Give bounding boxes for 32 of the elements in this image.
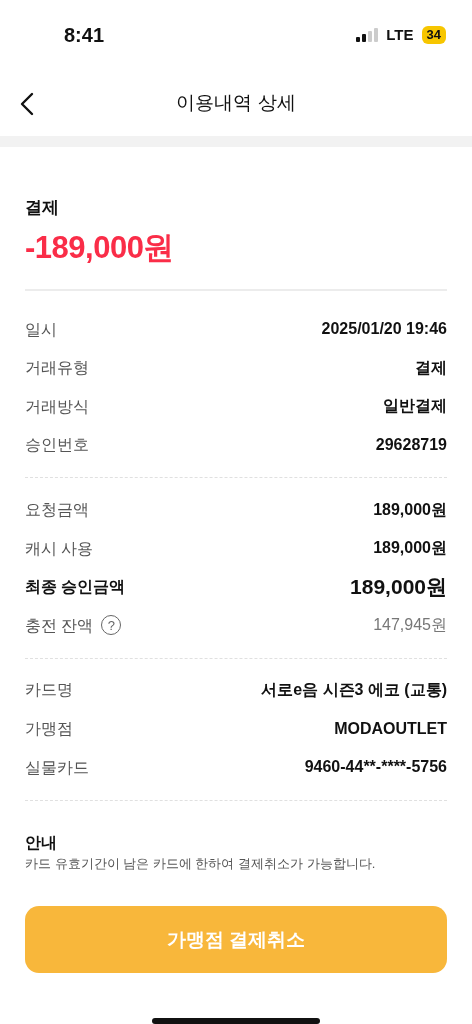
row-label: 승인번호 [25, 435, 89, 456]
row-value: 147,945원 [373, 615, 447, 636]
notice-title: 안내 [25, 832, 58, 853]
row-label: 카드명 [25, 680, 73, 701]
row-label: 요청금액 [25, 500, 89, 521]
row-value: 2025/01/20 19:46 [321, 319, 447, 340]
row-value: 9460-44**-****-5756 [304, 757, 447, 778]
row-label: 거래유형 [25, 358, 89, 379]
row-value: MODAOUTLET [334, 718, 447, 739]
row-label: 일시 [25, 319, 57, 340]
row-label: 실물카드 [25, 757, 89, 778]
row-value: 일반결제 [383, 396, 447, 417]
amount-text: -189,000원 [25, 228, 175, 267]
row-label: 거래방식 [25, 396, 89, 417]
row-label: 최종 승인금액 [25, 577, 126, 598]
page-title: 이용내역 상세 [176, 90, 296, 115]
row-label: 가맹점 [25, 719, 73, 739]
row-value: 서로e음 시즌3 에코 (교통) [261, 680, 447, 701]
row-value: 189,000원 [373, 538, 447, 559]
battery-level: 34 [421, 26, 446, 44]
back-icon[interactable] [18, 92, 36, 116]
row-value: 189,000원 [373, 499, 447, 520]
row-value: 결제 [415, 357, 447, 378]
network-label: LTE [386, 24, 414, 45]
row-label: 충전 잔액 [25, 615, 94, 636]
row-value: 189,000원 [350, 574, 447, 601]
row-label: 캐시 사용 [25, 538, 94, 559]
row-value: 29628719 [375, 435, 447, 456]
transaction-type: 결제 [25, 197, 60, 219]
clock-time: 8:41 [64, 23, 105, 48]
signal-icon [356, 28, 379, 42]
notice-text: 카드 유효기간이 남은 카드에 한하여 결제취소가 가능합니다. [25, 854, 377, 873]
